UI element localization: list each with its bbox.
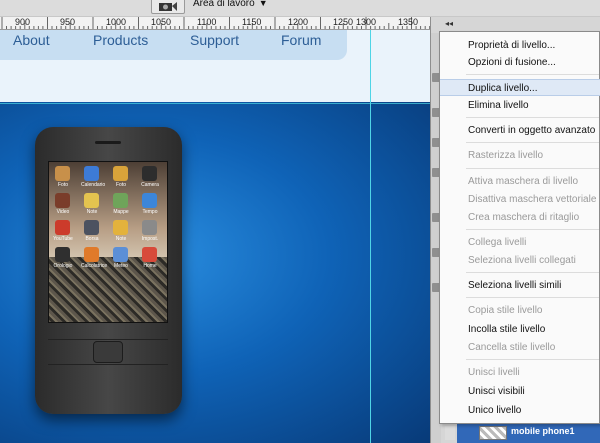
app-icon (84, 193, 99, 208)
menu-item-seleziona-livelli-collegati: Seleziona livelli collegati (468, 255, 576, 266)
menu-item-unisci-livelli: Unisci livelli (468, 367, 520, 378)
ruler-label: 1200 (288, 17, 309, 27)
website-nav-bar: About Products Support Forum (0, 30, 347, 60)
app-label: Foto (115, 182, 126, 188)
app-icon (84, 247, 99, 262)
menu-item-rasterizza-livello: Rasterizza livello (468, 150, 544, 161)
ruler-label: 900 (15, 17, 31, 27)
vertical-guide[interactable] (370, 30, 371, 443)
menu-separator (466, 142, 599, 143)
nav-about: About (13, 32, 50, 48)
app-icon (55, 193, 70, 208)
app-icon (142, 247, 157, 262)
ruler-label: 1300 (356, 17, 377, 27)
app-label: Impost. (141, 236, 159, 242)
app-label: Home (143, 263, 157, 269)
menu-item-opzioni-di-fusione[interactable]: Opzioni di fusione... (440, 54, 600, 71)
ruler-label: 1000 (106, 17, 127, 27)
phone-screen: Foto Calendario Foto Camera Video Note Mappe Te… (48, 161, 168, 323)
ruler-label: 1050 (151, 17, 172, 27)
document-canvas[interactable]: About Products Support Forum Foto Calenda… (0, 30, 430, 443)
app-label: Calcolatrice (81, 263, 108, 269)
photoshop-window: Area di lavoro ▼ 900 950 1000 1050 1100 1… (0, 0, 600, 443)
nav-support: Support (190, 32, 240, 48)
menu-item-seleziona-livelli-simili[interactable]: Seleziona livelli simili (440, 277, 600, 294)
app-icon (55, 247, 70, 262)
app-icon (113, 220, 128, 235)
app-icon (142, 166, 157, 181)
phone-speaker (95, 141, 121, 144)
menu-item-incolla-stile-livello[interactable]: Incolla stile livello (440, 321, 600, 338)
menu-separator (466, 359, 599, 360)
ruler-label: 950 (60, 17, 76, 27)
menu-item-converti-in-oggetto-avanzato[interactable]: Converti in oggetto avanzato (440, 122, 600, 139)
menu-item-unico-livello[interactable]: Unico livello (440, 402, 600, 419)
app-label: Camera (141, 182, 159, 188)
camera-icon (159, 2, 177, 11)
menu-item-duplica-livello[interactable]: Duplica livello... (440, 79, 600, 96)
app-label: Video (56, 209, 70, 215)
app-icon (113, 193, 128, 208)
camera-tool-button[interactable] (151, 0, 185, 14)
horizontal-ruler: 900 950 1000 1050 1100 1150 1200 1250 13… (0, 17, 430, 30)
nav-products: Products (93, 32, 149, 48)
app-label: YouTube (53, 236, 73, 242)
menu-separator (466, 117, 599, 118)
ruler-label: 1250 (333, 17, 354, 27)
app-label: Calendario (81, 182, 106, 188)
app-label: Foto (57, 182, 68, 188)
app-icon (142, 193, 157, 208)
menu-item-unisci-visibili[interactable]: Unisci visibili (440, 383, 600, 400)
app-label: Orologio (53, 263, 73, 269)
app-label: Tempo (142, 209, 158, 215)
menu-item-crea-maschera-di-ritaglio: Crea maschera di ritaglio (468, 212, 580, 223)
menu-item-attiva-maschera-di-livello: Attiva maschera di livello (468, 176, 579, 187)
phone-dpad (93, 341, 123, 363)
ruler-label: 1100 (197, 17, 217, 27)
workspace-menu[interactable]: Area di lavoro ▼ (193, 0, 268, 9)
menu-separator (466, 168, 599, 169)
app-icon (55, 166, 70, 181)
menu-item-cancella-stile-livello: Cancella stile livello (468, 342, 556, 353)
eye-icon[interactable] (445, 426, 455, 440)
layer-context-menu: Proprietà di livello... Opzioni di fusion… (439, 31, 600, 424)
app-label: Mappe (113, 209, 129, 215)
app-label: Note (86, 209, 98, 215)
horizontal-guide[interactable] (0, 103, 430, 104)
menu-item-disattiva-maschera-vettoriale: Disattiva maschera vettoriale (468, 194, 597, 205)
app-icon (84, 220, 99, 235)
app-label: Note (115, 236, 127, 242)
workspace-label: Area di lavoro (193, 0, 255, 9)
collapse-icon[interactable]: ◂◂ (445, 19, 453, 28)
app-icon (55, 220, 70, 235)
ruler-label: 1350 (398, 17, 419, 27)
menu-separator (466, 272, 599, 273)
menu-item-proprietà-di-livello[interactable]: Proprietà di livello... (440, 37, 600, 54)
menu-separator (466, 229, 599, 230)
menu-separator (466, 74, 599, 75)
layer-row-selected[interactable]: mobile phone1 (445, 424, 600, 443)
ruler-label: 1150 (242, 17, 262, 27)
options-bar: Area di lavoro ▼ (0, 0, 600, 17)
app-icon (113, 247, 128, 262)
menu-item-elimina-livello[interactable]: Elimina livello (440, 97, 600, 114)
nav-forum: Forum (281, 32, 322, 48)
layer-name: mobile phone1 (511, 426, 575, 436)
app-icon (113, 166, 128, 181)
menu-separator (466, 297, 599, 298)
app-icon (142, 220, 157, 235)
chevron-down-icon: ▼ (258, 0, 268, 8)
menu-item-copia-stile-livello: Copia stile livello (468, 305, 543, 316)
layer-thumbnail (479, 426, 507, 440)
app-icon (84, 166, 99, 181)
app-label: Borsa (85, 236, 99, 242)
app-label: Meteo (114, 263, 128, 269)
mobile-phone-image: Foto Calendario Foto Camera Video Note Mappe Te… (35, 127, 182, 414)
menu-item-collega-livelli: Collega livelli (468, 237, 527, 248)
